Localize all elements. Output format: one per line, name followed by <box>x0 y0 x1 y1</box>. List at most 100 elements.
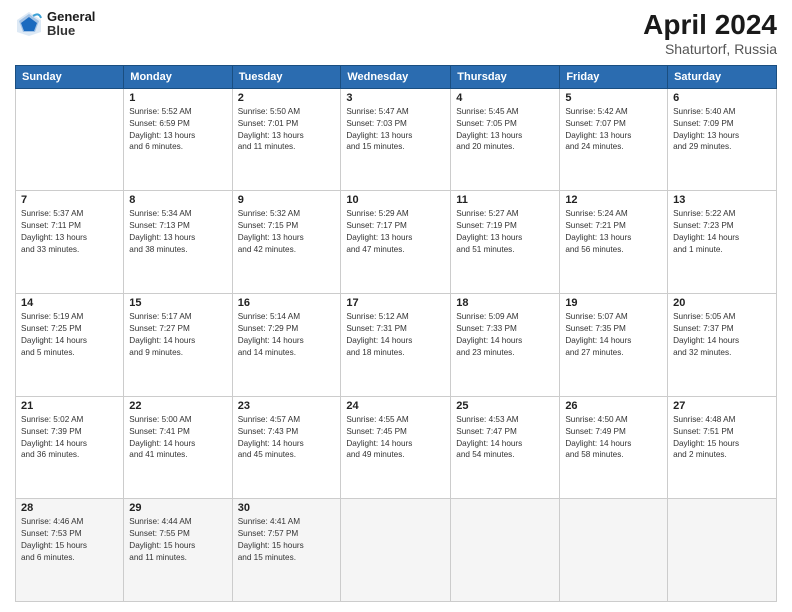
day-info: Sunrise: 5:47 AMSunset: 7:03 PMDaylight:… <box>346 106 445 154</box>
day-info: Sunrise: 4:44 AMSunset: 7:55 PMDaylight:… <box>129 516 226 564</box>
calendar-cell: 7 Sunrise: 5:37 AMSunset: 7:11 PMDaylight… <box>16 191 124 294</box>
calendar-cell <box>16 88 124 191</box>
calendar-cell: 26 Sunrise: 4:50 AMSunset: 7:49 PMDayligh… <box>560 396 668 499</box>
week-row-4: 21 Sunrise: 5:02 AMSunset: 7:39 PMDayligh… <box>16 396 777 499</box>
day-number: 14 <box>21 297 118 309</box>
day-info: Sunrise: 4:48 AMSunset: 7:51 PMDaylight:… <box>673 414 771 462</box>
day-info: Sunrise: 5:14 AMSunset: 7:29 PMDaylight:… <box>238 311 336 359</box>
day-number: 24 <box>346 400 445 412</box>
calendar-cell: 17 Sunrise: 5:12 AMSunset: 7:31 PMDayligh… <box>341 294 451 397</box>
day-number: 22 <box>129 400 226 412</box>
calendar-cell: 4Sunrise: 5:45 AMSunset: 7:05 PMDaylight… <box>451 88 560 191</box>
day-number: 1 <box>129 92 226 104</box>
day-info: Sunrise: 5:07 AMSunset: 7:35 PMDaylight:… <box>565 311 662 359</box>
day-number: 2 <box>238 92 336 104</box>
col-header-tuesday: Tuesday <box>232 65 341 88</box>
header: General Blue April 2024 Shaturtorf, Russ… <box>15 10 777 57</box>
day-number: 12 <box>565 194 662 206</box>
day-info: Sunrise: 5:34 AMSunset: 7:13 PMDaylight:… <box>129 208 226 256</box>
day-number: 18 <box>456 297 554 309</box>
calendar-cell: 21 Sunrise: 5:02 AMSunset: 7:39 PMDayligh… <box>16 396 124 499</box>
logo-icon <box>15 10 43 38</box>
day-info: Sunrise: 5:09 AMSunset: 7:33 PMDaylight:… <box>456 311 554 359</box>
day-number: 7 <box>21 194 118 206</box>
calendar-cell: 29 Sunrise: 4:44 AMSunset: 7:55 PMDayligh… <box>124 499 232 602</box>
calendar-cell: 9 Sunrise: 5:32 AMSunset: 7:15 PMDaylight… <box>232 191 341 294</box>
title-block: April 2024 Shaturtorf, Russia <box>643 10 777 57</box>
calendar-cell <box>560 499 668 602</box>
logo-line2: Blue <box>47 24 95 38</box>
day-number: 5 <box>565 92 662 104</box>
day-number: 30 <box>238 502 336 514</box>
calendar-cell: 5 Sunrise: 5:42 AMSunset: 7:07 PMDaylight… <box>560 88 668 191</box>
day-number: 6 <box>673 92 771 104</box>
location: Shaturtorf, Russia <box>643 41 777 57</box>
calendar-cell: 30Sunrise: 4:41 AMSunset: 7:57 PMDayligh… <box>232 499 341 602</box>
day-info: Sunrise: 5:29 AMSunset: 7:17 PMDaylight:… <box>346 208 445 256</box>
day-info: Sunrise: 5:00 AMSunset: 7:41 PMDaylight:… <box>129 414 226 462</box>
col-header-saturday: Saturday <box>668 65 777 88</box>
day-info: Sunrise: 5:42 AMSunset: 7:07 PMDaylight:… <box>565 106 662 154</box>
calendar-cell: 19 Sunrise: 5:07 AMSunset: 7:35 PMDayligh… <box>560 294 668 397</box>
day-number: 4 <box>456 92 554 104</box>
calendar-cell: 22 Sunrise: 5:00 AMSunset: 7:41 PMDayligh… <box>124 396 232 499</box>
day-info: Sunrise: 5:22 AMSunset: 7:23 PMDaylight:… <box>673 208 771 256</box>
calendar-cell: 16 Sunrise: 5:14 AMSunset: 7:29 PMDayligh… <box>232 294 341 397</box>
day-info: Sunrise: 5:24 AMSunset: 7:21 PMDaylight:… <box>565 208 662 256</box>
week-row-1: 1 Sunrise: 5:52 AMSunset: 6:59 PMDaylight… <box>16 88 777 191</box>
calendar-cell: 2Sunrise: 5:50 AMSunset: 7:01 PMDaylight… <box>232 88 341 191</box>
day-number: 21 <box>21 400 118 412</box>
day-number: 20 <box>673 297 771 309</box>
day-info: Sunrise: 5:37 AMSunset: 7:11 PMDaylight:… <box>21 208 118 256</box>
day-number: 11 <box>456 194 554 206</box>
calendar-cell: 24 Sunrise: 4:55 AMSunset: 7:45 PMDayligh… <box>341 396 451 499</box>
day-info: Sunrise: 4:53 AMSunset: 7:47 PMDaylight:… <box>456 414 554 462</box>
calendar-cell: 27 Sunrise: 4:48 AMSunset: 7:51 PMDayligh… <box>668 396 777 499</box>
calendar-cell: 23 Sunrise: 4:57 AMSunset: 7:43 PMDayligh… <box>232 396 341 499</box>
day-info: Sunrise: 5:17 AMSunset: 7:27 PMDaylight:… <box>129 311 226 359</box>
day-number: 23 <box>238 400 336 412</box>
calendar-cell: 28Sunrise: 4:46 AMSunset: 7:53 PMDayligh… <box>16 499 124 602</box>
day-number: 10 <box>346 194 445 206</box>
col-header-thursday: Thursday <box>451 65 560 88</box>
calendar-cell: 3Sunrise: 5:47 AMSunset: 7:03 PMDaylight… <box>341 88 451 191</box>
col-header-monday: Monday <box>124 65 232 88</box>
day-info: Sunrise: 5:52 AMSunset: 6:59 PMDaylight:… <box>129 106 226 154</box>
day-info: Sunrise: 5:05 AMSunset: 7:37 PMDaylight:… <box>673 311 771 359</box>
day-info: Sunrise: 4:57 AMSunset: 7:43 PMDaylight:… <box>238 414 336 462</box>
day-info: Sunrise: 5:32 AMSunset: 7:15 PMDaylight:… <box>238 208 336 256</box>
day-number: 8 <box>129 194 226 206</box>
day-number: 26 <box>565 400 662 412</box>
day-info: Sunrise: 4:55 AMSunset: 7:45 PMDaylight:… <box>346 414 445 462</box>
day-number: 9 <box>238 194 336 206</box>
calendar-cell: 18 Sunrise: 5:09 AMSunset: 7:33 PMDayligh… <box>451 294 560 397</box>
calendar-cell: 12 Sunrise: 5:24 AMSunset: 7:21 PMDayligh… <box>560 191 668 294</box>
day-number: 25 <box>456 400 554 412</box>
day-number: 16 <box>238 297 336 309</box>
day-number: 19 <box>565 297 662 309</box>
logo-line1: General <box>47 10 95 24</box>
calendar-cell: 13Sunrise: 5:22 AMSunset: 7:23 PMDayligh… <box>668 191 777 294</box>
calendar-cell: 6 Sunrise: 5:40 AMSunset: 7:09 PMDaylight… <box>668 88 777 191</box>
logo-text: General Blue <box>47 10 95 39</box>
day-info: Sunrise: 5:40 AMSunset: 7:09 PMDaylight:… <box>673 106 771 154</box>
calendar-cell <box>341 499 451 602</box>
calendar-cell <box>668 499 777 602</box>
day-info: Sunrise: 5:12 AMSunset: 7:31 PMDaylight:… <box>346 311 445 359</box>
calendar-header-row: SundayMondayTuesdayWednesdayThursdayFrid… <box>16 65 777 88</box>
day-info: Sunrise: 5:19 AMSunset: 7:25 PMDaylight:… <box>21 311 118 359</box>
day-info: Sunrise: 4:50 AMSunset: 7:49 PMDaylight:… <box>565 414 662 462</box>
calendar-cell: 8 Sunrise: 5:34 AMSunset: 7:13 PMDaylight… <box>124 191 232 294</box>
col-header-sunday: Sunday <box>16 65 124 88</box>
day-number: 29 <box>129 502 226 514</box>
calendar-cell <box>451 499 560 602</box>
page: General Blue April 2024 Shaturtorf, Russ… <box>0 0 792 612</box>
day-number: 27 <box>673 400 771 412</box>
day-info: Sunrise: 5:02 AMSunset: 7:39 PMDaylight:… <box>21 414 118 462</box>
calendar-cell: 1 Sunrise: 5:52 AMSunset: 6:59 PMDaylight… <box>124 88 232 191</box>
week-row-2: 7 Sunrise: 5:37 AMSunset: 7:11 PMDaylight… <box>16 191 777 294</box>
day-number: 17 <box>346 297 445 309</box>
day-number: 15 <box>129 297 226 309</box>
day-number: 28 <box>21 502 118 514</box>
calendar-cell: 11Sunrise: 5:27 AMSunset: 7:19 PMDayligh… <box>451 191 560 294</box>
